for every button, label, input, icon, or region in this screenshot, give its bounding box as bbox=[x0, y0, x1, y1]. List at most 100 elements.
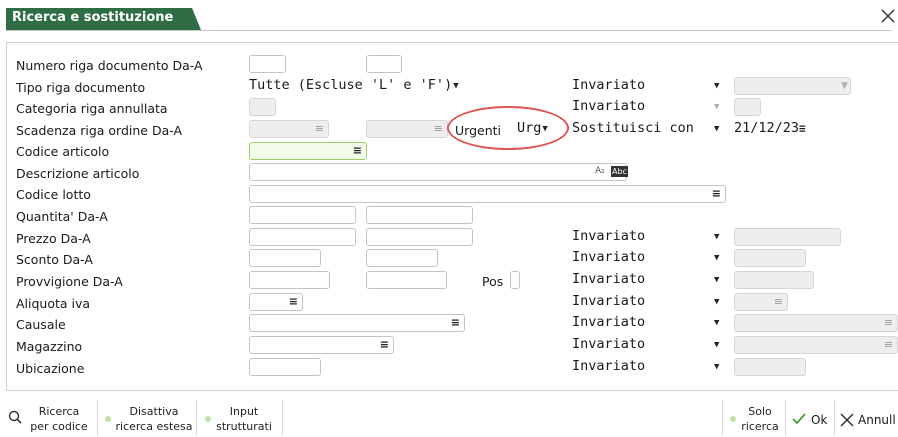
abc-icon[interactable]: Abc bbox=[611, 166, 628, 177]
provvigione-da-input[interactable] bbox=[249, 271, 330, 289]
ubicazione-action-value: Invariato bbox=[572, 358, 646, 374]
disattiva-ricerca-estesa-button[interactable]: Disattiva ricerca estesa bbox=[102, 402, 194, 436]
chevron-down-icon: ▼ bbox=[714, 253, 720, 263]
list-icon: ≡ bbox=[352, 144, 362, 157]
list-icon: ≡ bbox=[314, 122, 324, 135]
provvigione-a-input[interactable] bbox=[366, 271, 447, 289]
close-icon[interactable] bbox=[880, 8, 896, 28]
prezzo-new-value[interactable] bbox=[734, 228, 841, 246]
quantita-a-input[interactable] bbox=[366, 206, 473, 224]
categoria-riga-checkbox[interactable] bbox=[249, 98, 276, 116]
input-strutturati-button[interactable]: Input strutturati bbox=[200, 402, 282, 436]
solo-ricerca-button[interactable]: Solo ricerca bbox=[726, 402, 784, 436]
tipo-riga-value: Tutte (Escluse 'L' e 'F') bbox=[249, 77, 453, 93]
list-icon: ≡ bbox=[799, 122, 806, 135]
label-pos: Pos bbox=[482, 274, 504, 289]
toolbar-separator bbox=[282, 400, 283, 436]
chevron-down-icon: ▼ bbox=[714, 102, 720, 112]
label-ubicazione: Ubicazione bbox=[16, 361, 85, 376]
aliquota-new-value[interactable]: ≡ bbox=[734, 293, 788, 311]
list-icon: ≡ bbox=[288, 295, 298, 308]
codice-lotto-input[interactable]: ≡ bbox=[249, 185, 726, 203]
magazzino-new-value[interactable]: ≡ bbox=[734, 336, 898, 354]
ricerca-line1: Ricerca bbox=[38, 405, 80, 418]
numero-riga-a-input[interactable] bbox=[366, 55, 402, 73]
causale-action-select[interactable]: Invariato ▼ bbox=[572, 314, 726, 332]
aliquota-action-select[interactable]: Invariato ▼ bbox=[572, 293, 726, 311]
ubicazione-input[interactable] bbox=[249, 358, 321, 376]
prezzo-da-input[interactable] bbox=[249, 228, 356, 246]
translate-icon[interactable]: A₂ bbox=[595, 166, 605, 176]
x-icon bbox=[840, 413, 854, 430]
input-line1: Input bbox=[229, 405, 259, 418]
prezzo-a-input[interactable] bbox=[366, 228, 473, 246]
label-descrizione-articolo: Descrizione articolo bbox=[16, 166, 140, 181]
categoria-riga-action-select[interactable]: Invariato ▼ bbox=[572, 98, 726, 116]
ubicazione-new-value[interactable] bbox=[734, 358, 806, 376]
status-dot-icon bbox=[730, 416, 736, 422]
label-quantita: Quantita' Da-A bbox=[16, 209, 108, 224]
scadenza-a-input[interactable]: ≡ bbox=[366, 120, 448, 138]
categoria-riga-new-value[interactable] bbox=[734, 98, 761, 116]
chevron-down-icon: ▼ bbox=[841, 81, 848, 91]
toolbar-separator bbox=[785, 400, 786, 436]
scadenza-da-input[interactable]: ≡ bbox=[249, 120, 329, 138]
chevron-down-icon: ▼ bbox=[714, 340, 720, 350]
toolbar-separator bbox=[196, 400, 197, 436]
chevron-down-icon: ▼ bbox=[714, 362, 720, 372]
numero-riga-da-input[interactable] bbox=[249, 55, 286, 73]
categoria-riga-action-value: Invariato bbox=[572, 98, 646, 114]
label-numero-riga: Numero riga documento Da-A bbox=[16, 58, 203, 73]
label-scadenza-riga: Scadenza riga ordine Da-A bbox=[16, 123, 183, 138]
ubicazione-action-select[interactable]: Invariato ▼ bbox=[572, 358, 726, 376]
prezzo-action-select[interactable]: Invariato ▼ bbox=[572, 228, 726, 246]
ok-button[interactable]: Ok bbox=[789, 408, 831, 432]
sconto-da-input[interactable] bbox=[249, 249, 321, 267]
list-icon: ≡ bbox=[773, 295, 783, 308]
sconto-new-value[interactable] bbox=[734, 249, 806, 267]
descrizione-articolo-input[interactable]: A₂ Abc bbox=[249, 163, 628, 181]
list-icon: ≡ bbox=[433, 122, 443, 135]
solo-line1: Solo bbox=[748, 405, 772, 418]
scadenza-new-date-input[interactable]: 21/12/23≡ bbox=[734, 120, 806, 138]
ok-label: Ok bbox=[811, 413, 828, 427]
label-tipo-riga: Tipo riga documento bbox=[16, 80, 146, 95]
causale-new-value[interactable]: ≡ bbox=[734, 314, 898, 332]
label-magazzino: Magazzino bbox=[16, 339, 83, 354]
list-icon: ≡ bbox=[711, 187, 721, 200]
causale-input[interactable]: ≡ bbox=[249, 314, 465, 332]
sconto-action-select[interactable]: Invariato ▼ bbox=[572, 249, 726, 267]
tipo-riga-new-value-select[interactable]: ▼ bbox=[734, 77, 851, 95]
tipo-riga-select[interactable]: Tutte (Escluse 'L' e 'F')▼ bbox=[249, 77, 511, 95]
ricerca-per-codice-button[interactable]: Ricerca per codice bbox=[6, 402, 94, 436]
provvigione-action-select[interactable]: Invariato ▼ bbox=[572, 271, 726, 289]
provvigione-action-value: Invariato bbox=[572, 271, 646, 287]
provvigione-new-value[interactable] bbox=[734, 271, 814, 289]
magazzino-input[interactable]: ≡ bbox=[249, 336, 394, 354]
toolbar-separator bbox=[722, 400, 723, 436]
magazzino-action-select[interactable]: Invariato ▼ bbox=[572, 336, 726, 354]
scadenza-action-select[interactable]: Sostituisci con ▼ bbox=[572, 120, 726, 138]
label-codice-articolo: Codice articolo bbox=[16, 144, 110, 159]
causale-action-value: Invariato bbox=[572, 314, 646, 330]
sconto-a-input[interactable] bbox=[366, 249, 438, 267]
chevron-down-icon: ▼ bbox=[714, 124, 720, 134]
tipo-riga-action-select[interactable]: Invariato ▼ bbox=[572, 77, 726, 95]
label-sconto: Sconto Da-A bbox=[16, 252, 93, 267]
search-icon bbox=[8, 410, 22, 427]
sconto-action-value: Invariato bbox=[572, 249, 646, 265]
status-dot-icon bbox=[205, 416, 211, 422]
window-title: Ricerca e sostituzione bbox=[12, 10, 174, 25]
annulla-button[interactable]: Annull bbox=[838, 408, 898, 432]
label-prezzo: Prezzo Da-A bbox=[16, 231, 91, 246]
ricerca-line2: per codice bbox=[30, 420, 88, 433]
aliquota-input[interactable]: ≡ bbox=[249, 293, 303, 311]
chevron-down-icon: ▼ bbox=[714, 81, 720, 91]
chevron-down-icon: ▼ bbox=[714, 232, 720, 242]
pos-input[interactable] bbox=[510, 271, 520, 289]
list-icon: ≡ bbox=[883, 338, 893, 351]
quantita-da-input[interactable] bbox=[249, 206, 356, 224]
toolbar-separator bbox=[834, 400, 835, 436]
codice-articolo-input[interactable]: ≡ bbox=[249, 142, 367, 160]
label-aliquota: Aliquota iva bbox=[16, 296, 91, 311]
